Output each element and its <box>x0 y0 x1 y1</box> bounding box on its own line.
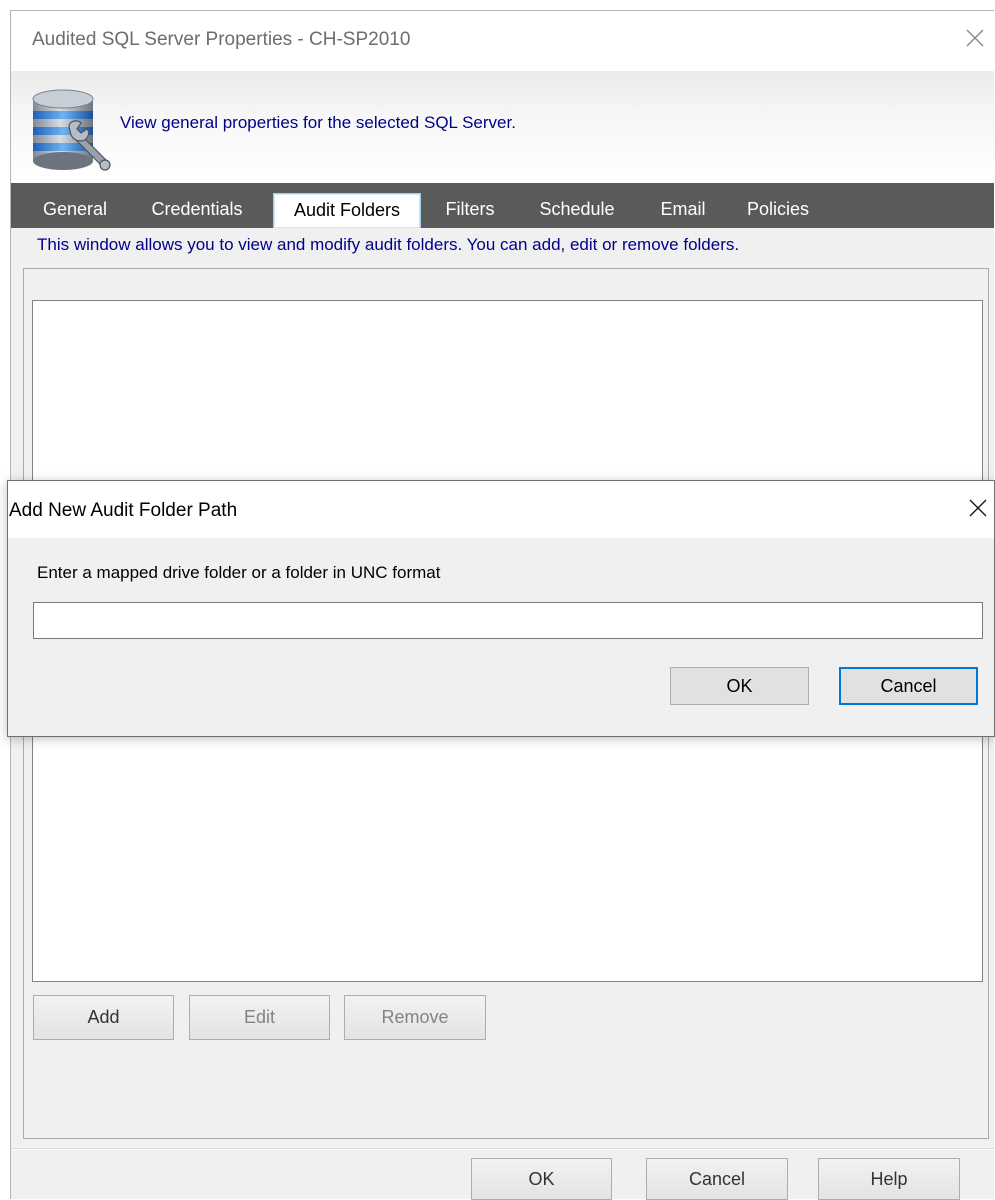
tab-audit-folders[interactable]: Audit Folders <box>273 193 421 228</box>
add-audit-folder-dialog: Add New Audit Folder Path Enter a mapped… <box>7 480 995 737</box>
help-button[interactable]: Help <box>818 1158 960 1200</box>
edit-folder-button[interactable]: Edit <box>189 995 330 1040</box>
main-window-titlebar: Audited SQL Server Properties - CH-SP201… <box>11 11 994 71</box>
sql-server-properties-icon <box>32 89 111 171</box>
ok-button[interactable]: OK <box>471 1158 612 1200</box>
tab-strip: General Credentials Audit Folders Filter… <box>11 183 994 228</box>
dialog-title: Add New Audit Folder Path <box>9 500 238 521</box>
tab-filters[interactable]: Filters <box>427 191 513 228</box>
dialog-cancel-button[interactable]: Cancel <box>839 667 978 705</box>
tab-credentials[interactable]: Credentials <box>135 191 259 228</box>
tab-policies[interactable]: Policies <box>733 191 823 228</box>
add-folder-button[interactable]: Add <box>33 995 174 1040</box>
footer-divider <box>11 1148 994 1150</box>
info-banner: View general properties for the selected… <box>11 71 994 183</box>
dialog-titlebar: Add New Audit Folder Path <box>8 481 994 538</box>
remove-folder-button[interactable]: Remove <box>344 995 486 1040</box>
tab-email[interactable]: Email <box>645 191 721 228</box>
folder-path-input[interactable] <box>33 602 983 639</box>
dialog-ok-button[interactable]: OK <box>670 667 809 705</box>
tab-general[interactable]: General <box>31 191 119 228</box>
banner-description: View general properties for the selected… <box>120 113 516 132</box>
close-icon[interactable] <box>965 495 991 521</box>
cancel-button[interactable]: Cancel <box>646 1158 788 1200</box>
main-window-title: Audited SQL Server Properties - CH-SP201… <box>32 29 411 50</box>
folder-path-prompt: Enter a mapped drive folder or a folder … <box>37 563 441 582</box>
tab-schedule[interactable]: Schedule <box>525 191 629 228</box>
close-icon[interactable] <box>962 25 988 51</box>
tab-description: This window allows you to view and modif… <box>37 235 740 254</box>
